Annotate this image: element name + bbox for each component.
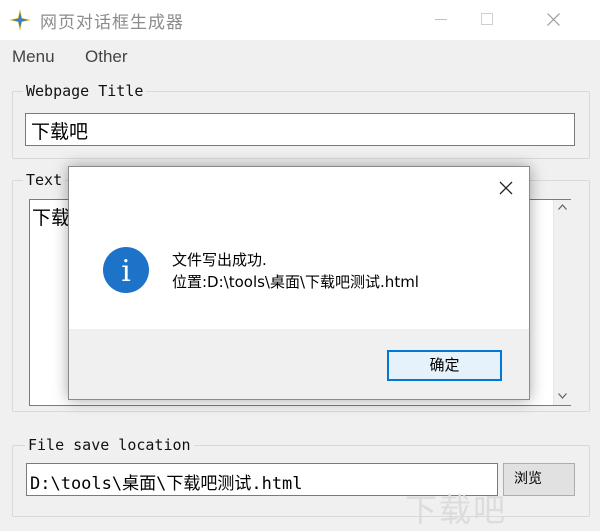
- text-scrollbar[interactable]: [553, 200, 571, 405]
- title-bar: 网页对话框生成器: [0, 0, 600, 41]
- window-title: 网页对话框生成器: [40, 13, 184, 33]
- maximize-button[interactable]: [464, 0, 510, 40]
- ok-button[interactable]: 确定: [387, 350, 502, 381]
- dialog-button-area: 确定: [69, 329, 529, 399]
- menu-item-menu[interactable]: Menu: [12, 47, 55, 67]
- minimize-button[interactable]: [418, 0, 464, 40]
- file-save-label: File save location: [25, 436, 194, 454]
- menu-bar: Menu Other: [0, 41, 600, 71]
- message-dialog: i 文件写出成功. 位置:D:\tools\桌面\下载吧测试.html 确定: [68, 166, 530, 400]
- info-icon: i: [103, 247, 149, 293]
- close-window-button[interactable]: [530, 0, 576, 40]
- app-logo-icon: [9, 9, 31, 31]
- text-label: Text: [23, 171, 66, 189]
- browse-button[interactable]: 浏览: [503, 463, 575, 496]
- message-text-line-1: 文件写出成功.: [172, 251, 267, 269]
- close-icon: [547, 13, 560, 26]
- scroll-up-icon: [558, 204, 567, 210]
- scroll-down-icon: [558, 393, 567, 399]
- maximize-icon: [481, 13, 493, 25]
- watermark: 下载吧: [405, 491, 508, 529]
- dialog-close-button[interactable]: [493, 175, 519, 201]
- minimize-icon: [435, 19, 447, 20]
- menu-item-other[interactable]: Other: [85, 47, 128, 67]
- webpage-title-input[interactable]: 下载吧: [25, 113, 575, 146]
- webpage-title-group: Webpage Title 下载吧: [12, 82, 590, 159]
- close-icon: [499, 181, 513, 195]
- message-text-line-2: 位置:D:\tools\桌面\下载吧测试.html: [172, 273, 419, 291]
- webpage-title-label: Webpage Title: [23, 82, 147, 100]
- text-area-content: 下载: [32, 207, 71, 229]
